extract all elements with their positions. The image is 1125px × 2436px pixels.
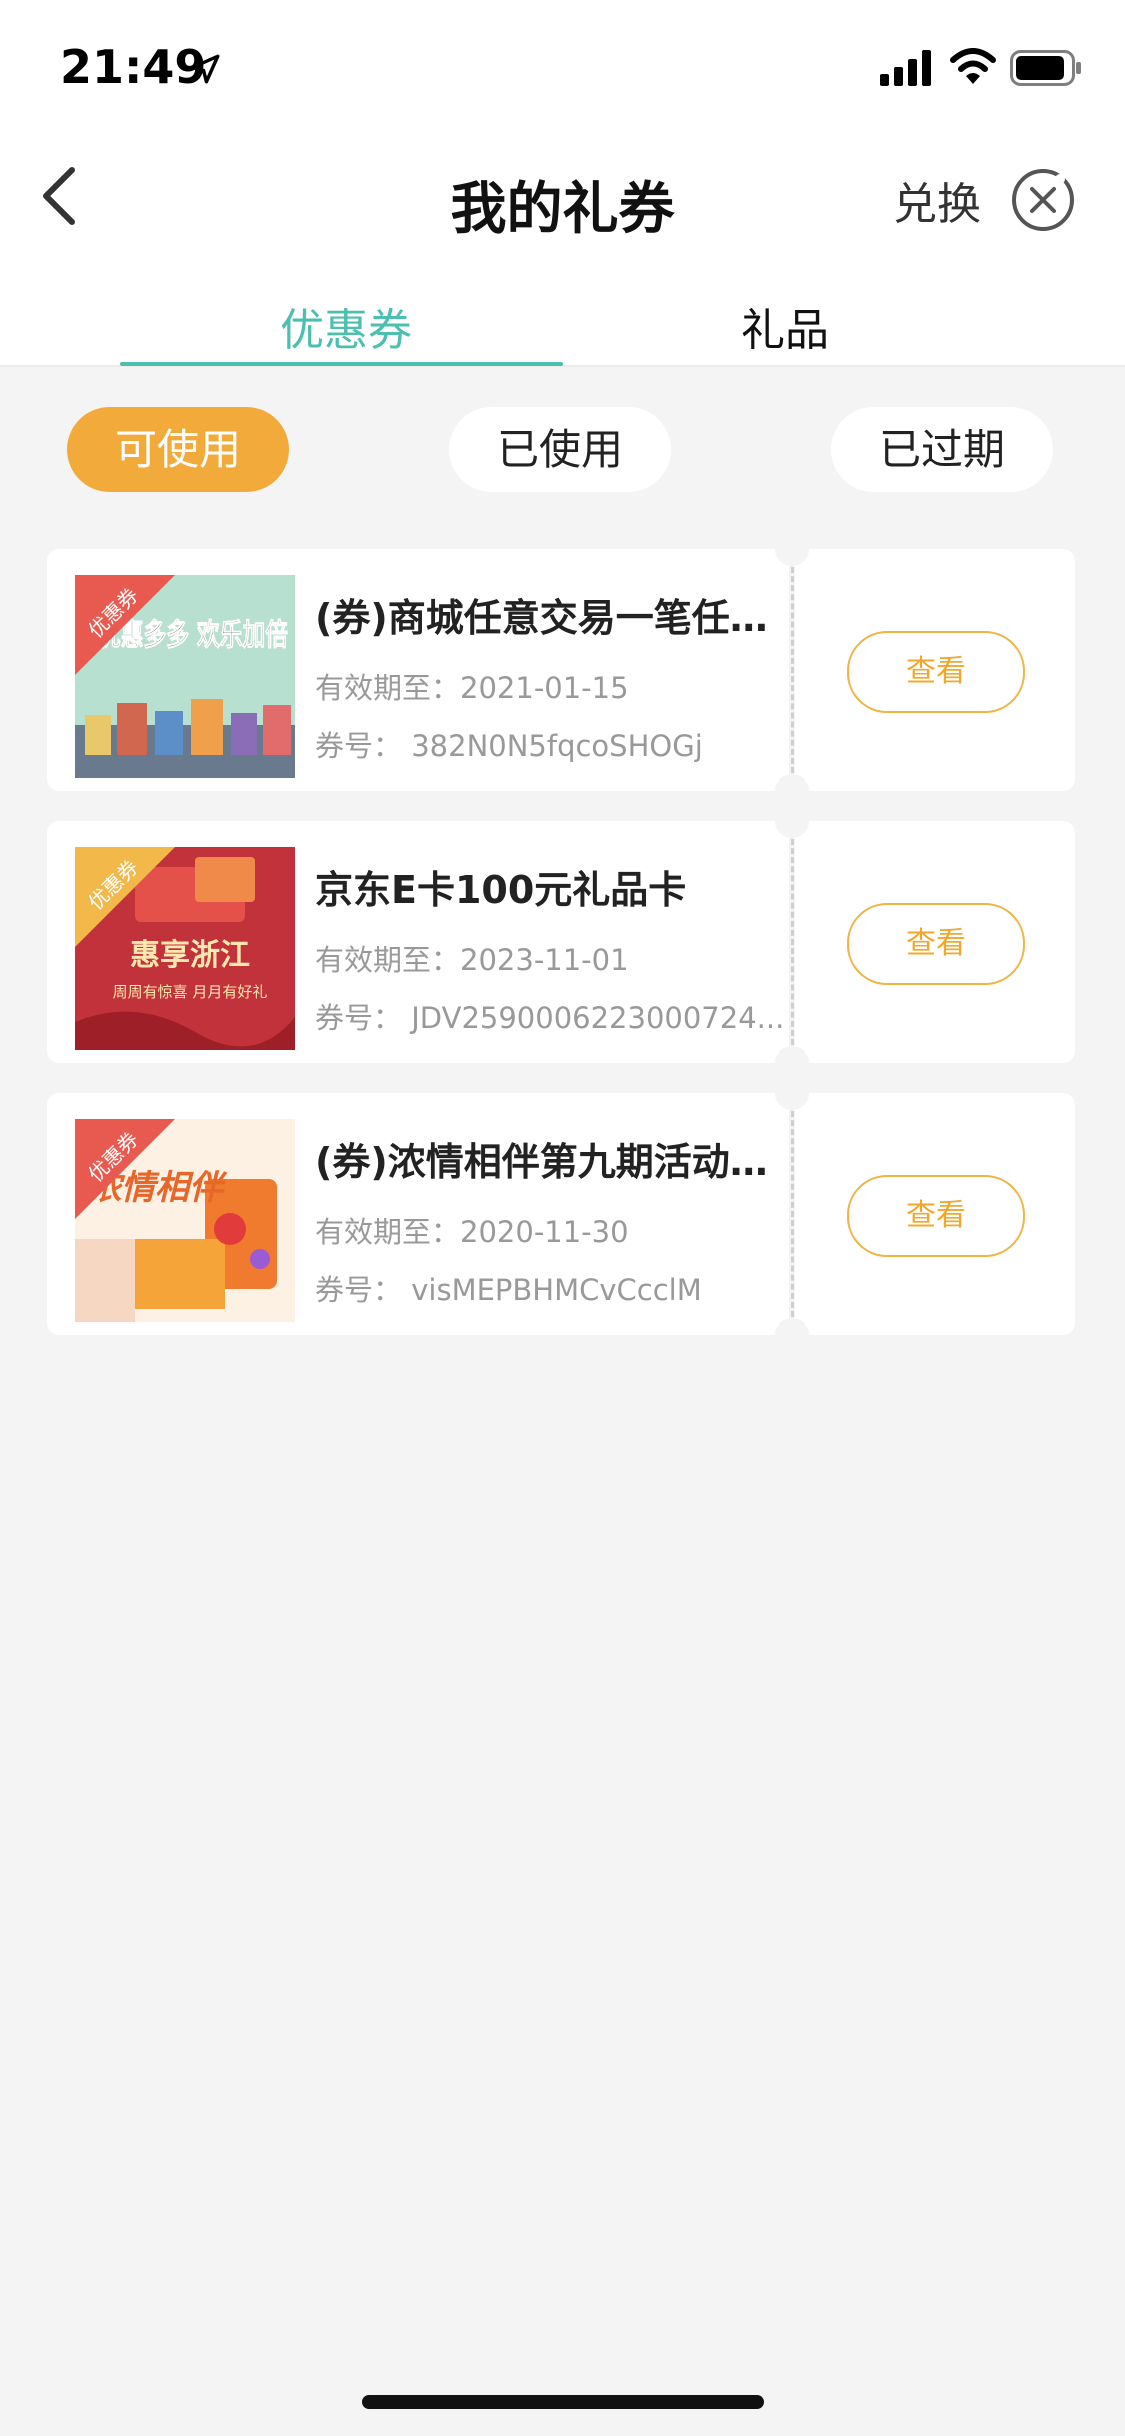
coupon-code: 券号： 382N0N5fqcoSHOGj [315,729,703,763]
filter-used[interactable]: 已使用 [449,407,671,492]
coupon-image: 惠享浙江 周周有惊喜 月月有好礼 优惠券 [75,847,295,1050]
coupon-card[interactable]: 惠享浙江 周周有惊喜 月月有好礼 优惠券 京东E卡100元礼品卡 有效期至：20… [47,804,1075,1080]
tab-gifts[interactable]: 礼品 [741,294,829,358]
view-button[interactable]: 查看 [847,903,1025,985]
coupon-expiry: 有效期至：2021-01-15 [315,671,629,705]
coupon-card[interactable]: 浓情相伴 优惠券 (券)浓情相伴第九期活动奖励 有效期至：2020-11-30 … [47,1076,1075,1352]
tab-coupons[interactable]: 优惠券 [280,294,412,358]
home-indicator[interactable] [362,2395,764,2409]
coupon-title: 京东E卡100元礼品卡 [315,868,687,912]
coupon-image: 优惠多多 欢乐加倍 优惠券 [75,575,295,778]
tab-bar: 优惠券 礼品 [0,280,1125,367]
location-arrow-icon [190,54,220,84]
status-time: 21:49 [60,40,207,94]
header-area: 21:49 我的礼券 兑换 优惠券 礼品 [0,0,1125,367]
cellular-signal-icon [880,50,931,86]
wifi-icon [950,48,996,84]
coupon-expiry: 有效期至：2023-11-01 [315,943,629,977]
coupon-title: (券)浓情相伴第九期活动奖励 [315,1140,775,1184]
coupon-info: 优惠多多 欢乐加倍 优惠券 (券)商城任意交易一笔任意金额 有效期至：2021-… [47,549,789,791]
perforation-divider [791,1111,794,1317]
coupon-image-text: 惠享浙江 [130,938,250,973]
exchange-button[interactable]: 兑换 [893,168,981,232]
view-button[interactable]: 查看 [847,631,1025,713]
filter-available[interactable]: 可使用 [67,407,289,492]
battery-icon [1010,50,1081,86]
filter-expired[interactable]: 已过期 [831,407,1053,492]
coupon-info: 浓情相伴 优惠券 (券)浓情相伴第九期活动奖励 有效期至：2020-11-30 … [47,1093,789,1335]
coupon-card[interactable]: 优惠多多 欢乐加倍 优惠券 (券)商城任意交易一笔任意金额 有效期至：2021-… [47,532,1075,808]
coupon-code: 券号： JDV2590006223000724... [315,1001,785,1035]
coupon-expiry: 有效期至：2020-11-30 [315,1215,629,1249]
close-icon[interactable] [1010,167,1076,233]
active-tab-indicator [120,362,563,366]
coupon-code: 券号： visMEPBHMCvCcclM [315,1273,702,1307]
perforation-divider [791,839,794,1045]
coupon-image-subtext: 周周有惊喜 月月有好礼 [113,983,268,1001]
coupon-image: 浓情相伴 优惠券 [75,1119,295,1322]
view-button[interactable]: 查看 [847,1175,1025,1257]
coupon-info: 惠享浙江 周周有惊喜 月月有好礼 优惠券 京东E卡100元礼品卡 有效期至：20… [47,821,789,1063]
perforation-divider [791,567,794,773]
coupon-title: (券)商城任意交易一笔任意金额 [315,596,775,640]
